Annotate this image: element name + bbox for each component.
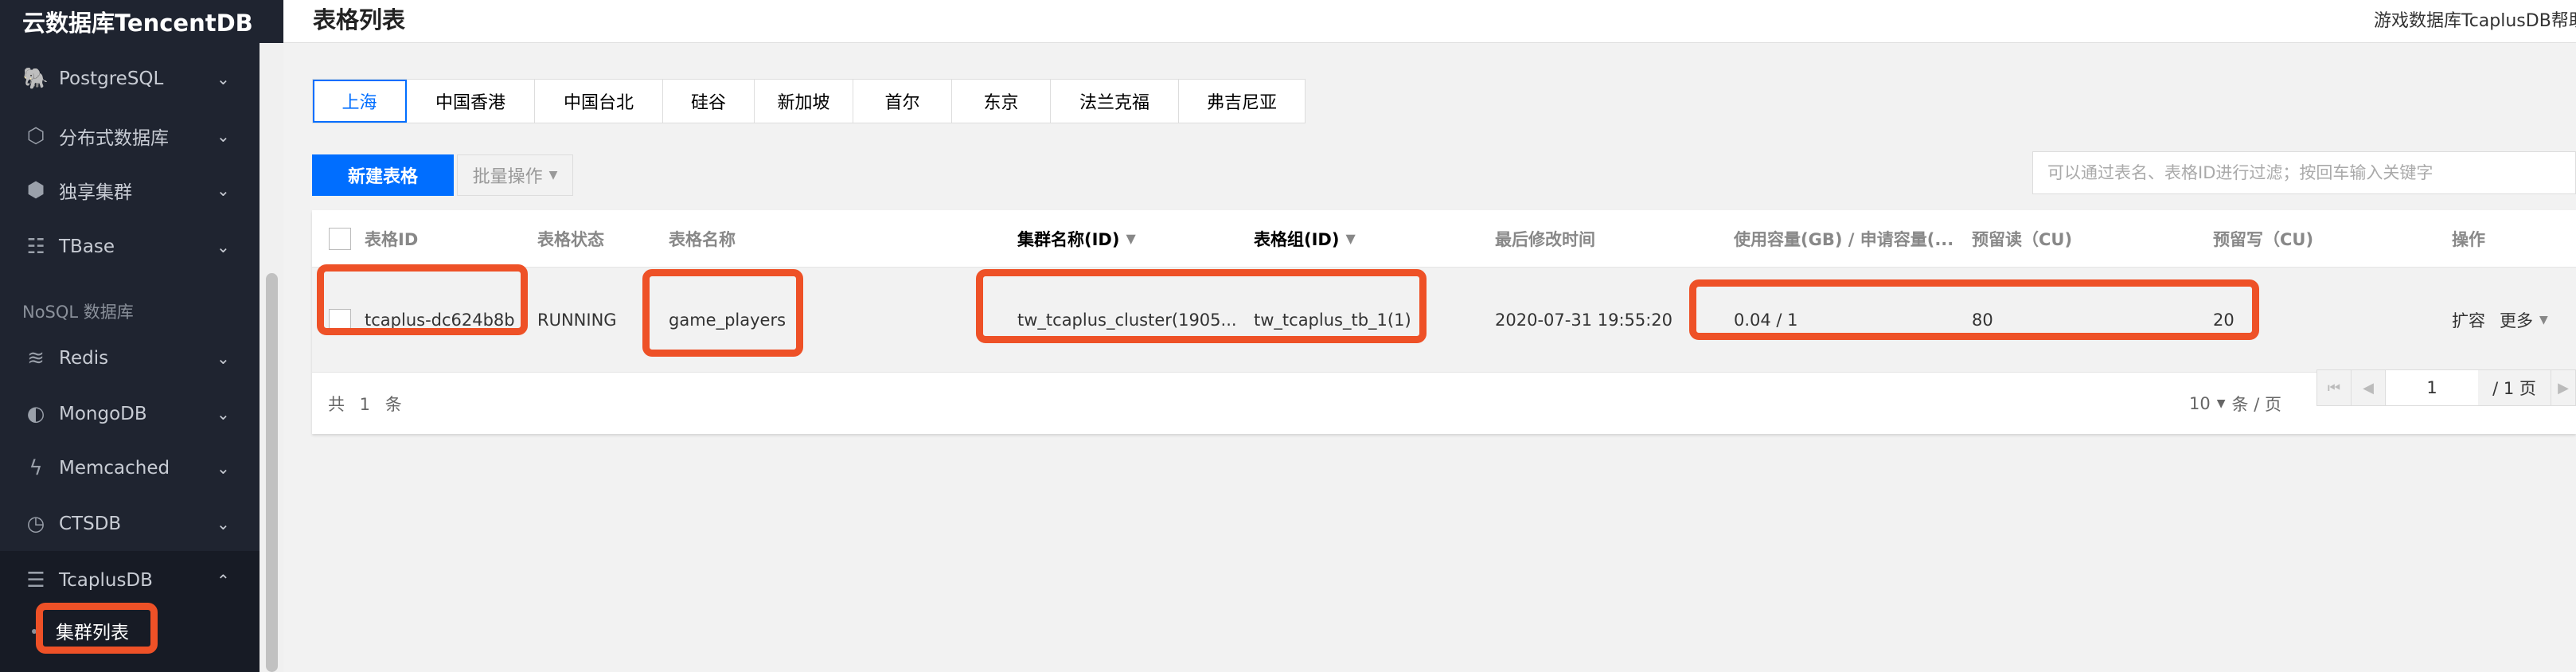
batch-operations-dropdown[interactable]: 批量操作 ▼ bbox=[457, 154, 573, 196]
highlight-box bbox=[317, 264, 528, 335]
sidebar-item-tcaplusdb[interactable]: ☰ TcaplusDB ⌃ bbox=[0, 555, 260, 606]
hexagon-network-icon: ⬡ bbox=[26, 124, 45, 148]
chevron-down-icon: ⌄ bbox=[217, 69, 230, 88]
first-page-icon[interactable]: ⏮ bbox=[2317, 370, 2352, 405]
hexagon-ring-icon: ⬢ bbox=[26, 178, 45, 202]
lightning-icon: ϟ bbox=[29, 456, 43, 480]
pagination: ⏮ ◀ / 1 页 ▶ bbox=[2316, 369, 2576, 406]
sidebar-item-dedicated[interactable]: ⬢ 独享集群 ⌄ bbox=[0, 165, 260, 216]
caret-down-icon: ▼ bbox=[2539, 313, 2548, 326]
page-number-input[interactable] bbox=[2386, 370, 2478, 405]
brand-title: 云数据库TencentDB bbox=[22, 10, 253, 37]
tab-shanghai[interactable]: 上海 bbox=[313, 80, 407, 123]
sidebar-group-nosql: NoSQL 数据库 bbox=[22, 303, 134, 322]
column-header-modified: 最后修改时间 bbox=[1495, 229, 1595, 249]
column-header-group: 表格组(ID) bbox=[1254, 229, 1340, 249]
chevron-down-icon: ⌄ bbox=[217, 127, 230, 146]
expand-action[interactable]: 扩容 bbox=[2452, 268, 2485, 372]
column-header-id: 表格ID bbox=[365, 229, 419, 249]
select-all-checkbox[interactable] bbox=[329, 227, 351, 250]
tab-silicon-valley[interactable]: 硅谷 bbox=[663, 80, 755, 123]
sidebar-item-distributed[interactable]: ⬡ 分布式数据库 ⌄ bbox=[0, 111, 260, 162]
database-table-icon: ☷ bbox=[26, 235, 45, 259]
search-input[interactable] bbox=[2032, 151, 2576, 194]
chevron-up-icon: ⌃ bbox=[217, 571, 230, 590]
sidebar-item-label: MongoDB bbox=[59, 404, 147, 424]
sidebar-item-label: 分布式数据库 bbox=[59, 128, 169, 149]
tab-singapore[interactable]: 新加坡 bbox=[755, 80, 853, 123]
tab-seoul[interactable]: 首尔 bbox=[853, 80, 952, 123]
highlight-box bbox=[36, 603, 158, 654]
sidebar-item-postgresql[interactable]: 🐘 PostgreSQL ⌄ bbox=[0, 53, 260, 104]
chevron-down-icon: ⌄ bbox=[217, 404, 230, 424]
prev-page-icon[interactable]: ◀ bbox=[2352, 370, 2386, 405]
highlight-box bbox=[642, 269, 803, 357]
tab-frankfurt[interactable]: 法兰克福 bbox=[1051, 80, 1179, 123]
column-header-read-cu: 预留读（CU) bbox=[1972, 229, 2073, 249]
total-count: 共 1 条 bbox=[328, 395, 407, 414]
sidebar-item-mongodb[interactable]: ◐ MongoDB ⌄ bbox=[0, 389, 260, 440]
sidebar-item-label: 独享集群 bbox=[59, 182, 132, 203]
modified-time: 2020-07-31 19:55:20 bbox=[1495, 310, 1673, 330]
tab-tokyo[interactable]: 东京 bbox=[952, 80, 1051, 123]
tab-hongkong[interactable]: 中国香港 bbox=[407, 80, 535, 123]
caret-down-icon: ▼ bbox=[2216, 397, 2226, 410]
column-header-capacity: 使用容量(GB) / 申请容量(... bbox=[1734, 229, 1954, 249]
more-label: 更多 bbox=[2500, 311, 2533, 330]
new-table-button[interactable]: 新建表格 bbox=[312, 154, 454, 196]
sidebar-item-label: PostgreSQL bbox=[59, 68, 164, 89]
column-header-write-cu: 预留写（CU) bbox=[2213, 229, 2314, 249]
tab-taipei[interactable]: 中国台北 bbox=[535, 80, 663, 123]
chevron-down-icon: ⌄ bbox=[217, 237, 230, 256]
column-header-actions: 操作 bbox=[2452, 229, 2485, 249]
batch-label: 批量操作 bbox=[472, 167, 543, 187]
chevron-down-icon: ⌄ bbox=[217, 459, 230, 478]
page-size-select[interactable]: 10 ▼ 条 / 页 bbox=[2189, 376, 2281, 432]
filter-icon[interactable]: ▼ bbox=[1126, 231, 1135, 246]
database-icon: ☰ bbox=[26, 568, 45, 592]
sidebar-item-label: Redis bbox=[59, 348, 109, 369]
table-header-row: 表格ID 表格状态 表格名称 集群名称(ID) ▼ 表格组(ID) ▼ 最后修改时间… bbox=[312, 210, 2576, 268]
layers-icon: ≋ bbox=[27, 346, 45, 370]
more-actions-dropdown[interactable]: 更多 ▼ bbox=[2500, 268, 2548, 372]
caret-down-icon: ▼ bbox=[548, 169, 558, 182]
per-page-label: 条 / 页 bbox=[2231, 395, 2281, 414]
table-status: RUNNING bbox=[537, 310, 617, 330]
top-header bbox=[283, 0, 2576, 43]
column-header-cluster: 集群名称(ID) bbox=[1017, 229, 1120, 249]
chevron-down-icon: ⌄ bbox=[217, 514, 230, 533]
column-header-name: 表格名称 bbox=[669, 229, 736, 249]
leaf-icon: ◐ bbox=[26, 402, 45, 426]
clock-icon: ◷ bbox=[26, 512, 45, 536]
page-title: 表格列表 bbox=[313, 6, 406, 33]
next-page-icon[interactable]: ▶ bbox=[2551, 370, 2575, 405]
scrollbar-thumb[interactable] bbox=[266, 273, 278, 672]
sidebar-item-memcached[interactable]: ϟ Memcached ⌄ bbox=[0, 443, 260, 494]
sidebar-item-tbase[interactable]: ☷ TBase ⌄ bbox=[0, 221, 260, 272]
sidebar-item-label: Memcached bbox=[59, 458, 170, 479]
total-pages: / 1 页 bbox=[2478, 370, 2551, 405]
sidebar-item-redis[interactable]: ≋ Redis ⌄ bbox=[0, 333, 260, 384]
sidebar-item-label: TcaplusDB bbox=[59, 570, 153, 591]
help-link[interactable]: 游戏数据库TcaplusDB帮助 bbox=[2374, 6, 2576, 32]
sidebar-item-label: CTSDB bbox=[59, 514, 122, 534]
highlight-box bbox=[976, 269, 1427, 343]
tab-virginia[interactable]: 弗吉尼亚 bbox=[1179, 80, 1305, 123]
chevron-down-icon: ⌄ bbox=[217, 181, 230, 200]
sidebar-item-ctsdb[interactable]: ◷ CTSDB ⌄ bbox=[0, 498, 260, 549]
page-size-value: 10 bbox=[2189, 394, 2211, 413]
column-header-status: 表格状态 bbox=[537, 229, 604, 249]
sidebar-item-label: TBase bbox=[59, 236, 115, 257]
chevron-down-icon: ⌄ bbox=[217, 349, 230, 368]
region-tabs: 上海 中国香港 中国台北 硅谷 新加坡 首尔 东京 法兰克福 弗吉尼亚 bbox=[312, 79, 1306, 123]
highlight-box bbox=[1689, 279, 2259, 340]
elephant-icon: 🐘 bbox=[22, 67, 49, 91]
filter-icon[interactable]: ▼ bbox=[1345, 231, 1355, 246]
